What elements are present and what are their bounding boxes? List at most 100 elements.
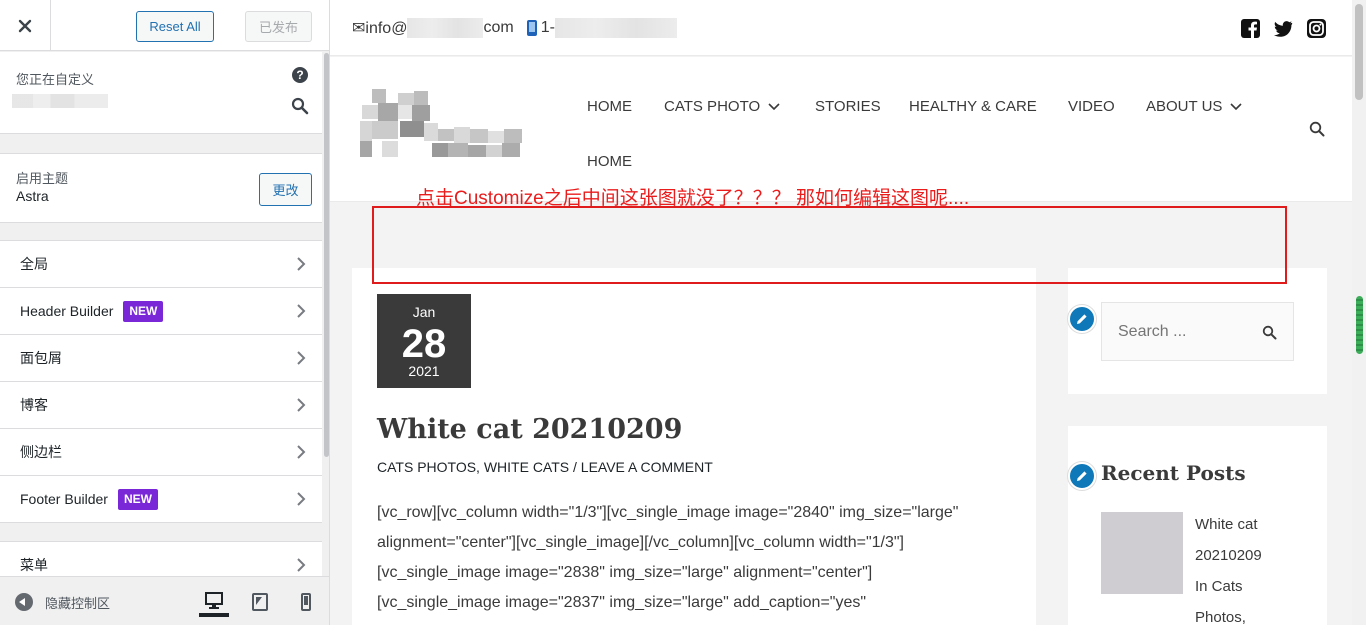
chevron-right-icon (297, 257, 306, 271)
chevron-right-icon (297, 351, 306, 365)
site-name-redacted (12, 94, 108, 108)
customizer-sidebar: Reset All 已发布 您正在自定义 ? 启用主题 Astra 更改 全局 … (0, 0, 330, 625)
desktop-icon (205, 591, 223, 609)
section-label: 面包屑 (20, 350, 62, 366)
sidebar-scroll-thumb[interactable] (324, 53, 329, 457)
nav-stories[interactable]: STORIES (815, 98, 881, 115)
close-customizer-button[interactable] (0, 0, 51, 51)
search-input[interactable]: Search ... (1101, 302, 1294, 361)
scroll-grip-icon[interactable] (1356, 296, 1363, 354)
phone-icon (526, 20, 537, 36)
section-label: 菜单 (20, 556, 48, 573)
nav-home[interactable]: HOME (587, 98, 632, 115)
section-header-builder[interactable]: Header Builder NEW (0, 288, 322, 335)
customizer-header: Reset All 已发布 (0, 0, 329, 51)
reset-all-button[interactable]: Reset All (136, 11, 214, 42)
section-breadcrumb[interactable]: 面包屑 (0, 335, 322, 382)
collapse-icon[interactable] (15, 593, 33, 611)
post-date-box: Jan 28 2021 (377, 294, 471, 388)
email-redacted (407, 18, 484, 38)
site-header: HOME CATS PHOTO STORIES HEALTHY & CARE V… (330, 57, 1352, 202)
site-preview: ✉info@ com 1- HOME CATS PHOTO STORIES HE… (330, 0, 1366, 625)
section-global[interactable]: 全局 (0, 241, 322, 288)
section-blog[interactable]: 博客 (0, 382, 322, 429)
customizing-label: 您正在自定义 (16, 72, 95, 87)
section-label: 博客 (20, 397, 48, 413)
nav-label: HEALTHY & CARE (909, 98, 1037, 115)
nav-label: ABOUT US (1146, 98, 1223, 115)
change-theme-button[interactable]: 更改 (259, 173, 312, 206)
post-body-line: [vc_single_image image="2837" img_size="… (377, 594, 867, 611)
nav-healthy-care[interactable]: HEALTHY & CARE (909, 98, 1037, 115)
search-icon[interactable] (1262, 325, 1277, 340)
chevron-right-icon (297, 558, 306, 572)
section-label: 全局 (20, 256, 48, 272)
phone-redacted (554, 18, 677, 38)
nav-about-us[interactable]: ABOUT US (1146, 98, 1242, 115)
nav-home-2[interactable]: HOME (587, 153, 632, 170)
active-theme-label: 启用主题 (16, 171, 69, 186)
site-topbar: ✉info@ com 1- (330, 0, 1352, 56)
email-prefix: ✉info@ (352, 20, 408, 37)
nav-cats-photo[interactable]: CATS PHOTO (664, 98, 780, 115)
preview-scrollbar[interactable] (1352, 0, 1366, 625)
search-icon[interactable] (1309, 121, 1325, 137)
post-title[interactable]: White cat 20210209 (377, 414, 682, 445)
active-theme-panel: 启用主题 Astra 更改 (0, 153, 322, 223)
recent-post-line: 20210209 (1195, 547, 1262, 564)
instagram-icon[interactable] (1307, 19, 1326, 38)
preview-scroll-thumb[interactable] (1355, 4, 1363, 100)
post-body-line: [vc_row][vc_column width="1/3"][vc_singl… (377, 504, 959, 521)
nav-label: HOME (587, 153, 632, 170)
nav-label: HOME (587, 98, 632, 115)
tablet-icon (252, 593, 268, 611)
hide-controls-button[interactable]: 隐藏控制区 (45, 593, 110, 612)
chevron-right-icon (297, 492, 306, 506)
mobile-icon (301, 593, 311, 611)
nav-label: STORIES (815, 98, 881, 115)
post-year: 2021 (408, 363, 440, 379)
post-day: 28 (401, 322, 447, 366)
recent-post-text[interactable]: White cat 20210209 In Cats Photos, (1195, 509, 1305, 625)
section-sidebar[interactable]: 侧边栏 (0, 429, 322, 476)
twitter-icon[interactable] (1274, 19, 1293, 38)
recent-posts-widget: Recent Posts White cat 20210209 In Cats … (1068, 426, 1327, 625)
search-placeholder: Search ... (1118, 323, 1187, 340)
publish-button[interactable]: 已发布 (245, 11, 312, 42)
device-mobile-button[interactable] (291, 587, 321, 617)
close-icon (18, 19, 32, 32)
chevron-down-icon (768, 102, 780, 110)
nav-label: VIDEO (1068, 98, 1115, 115)
search-icon[interactable] (291, 97, 309, 115)
recent-post-thumbnail[interactable] (1101, 512, 1183, 594)
recent-post-line: White cat (1195, 516, 1258, 533)
phone-prefix: 1- (540, 19, 555, 36)
site-logo[interactable] (360, 87, 530, 162)
post-month: Jan (412, 304, 436, 320)
customizer-info-panel: 您正在自定义 (0, 52, 322, 134)
device-tablet-button[interactable] (245, 587, 275, 617)
pencil-icon (1077, 314, 1087, 324)
new-badge: NEW (123, 300, 164, 322)
email-suffix: com (483, 19, 514, 36)
nav-video[interactable]: VIDEO (1068, 98, 1115, 115)
edit-shortcut-button[interactable] (1068, 305, 1096, 333)
new-badge: NEW (117, 488, 158, 510)
post-card: Jan 28 2021 White cat 20210209 CATS PHOT… (352, 268, 1036, 625)
device-desktop-button[interactable] (199, 587, 229, 617)
section-footer-builder[interactable]: Footer Builder NEW (0, 476, 322, 523)
annotation-highlight-box (372, 206, 1287, 284)
chevron-right-icon (297, 445, 306, 459)
customizer-sections: 全局 Header Builder NEW 面包屑 博客 侧边栏 Footer … (0, 240, 322, 523)
facebook-icon[interactable] (1241, 19, 1260, 38)
sidebar-scrollbar[interactable] (323, 51, 329, 575)
recent-post-line: In Cats (1195, 578, 1243, 595)
contact-info: ✉info@ com 1- (352, 18, 677, 38)
post-meta[interactable]: CATS PHOTOS, WHITE CATS / LEAVE A COMMEN… (377, 459, 713, 475)
help-icon[interactable]: ? (292, 67, 308, 83)
post-body-line: alignment="center"][vc_single_image][/vc… (377, 534, 904, 551)
post-body: [vc_row][vc_column width="1/3"][vc_singl… (377, 498, 1017, 618)
recent-post-line: Photos, (1195, 609, 1246, 625)
edit-shortcut-button[interactable] (1068, 462, 1096, 490)
section-label: 侧边栏 (20, 444, 62, 460)
